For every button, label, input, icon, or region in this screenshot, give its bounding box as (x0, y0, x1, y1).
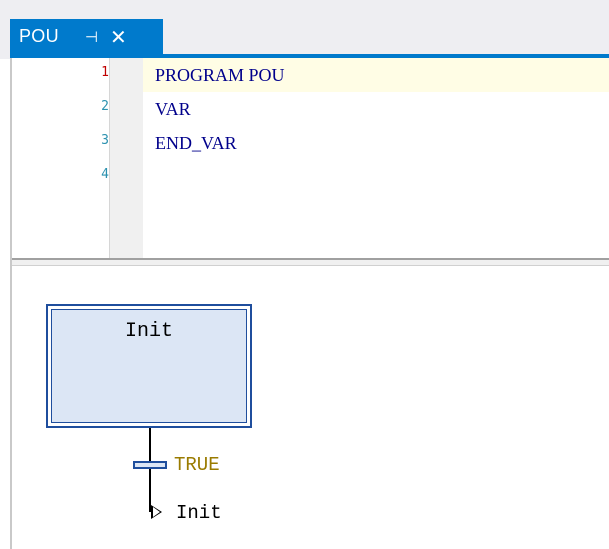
code-line[interactable] (143, 160, 609, 194)
pou-document-tab[interactable]: POU ⊣ ✕ (10, 19, 163, 54)
line-number: 1 (101, 65, 109, 80)
sfc-init-step[interactable]: Init (46, 304, 252, 428)
pou-editor: 1 2 3 4 PROGRAM POU VAR END_VAR Init TRU… (10, 58, 609, 549)
tab-title: POU (19, 26, 59, 46)
sfc-transition[interactable] (133, 461, 167, 469)
document-tab-strip: POU ⊣ ✕ (0, 0, 609, 59)
code-line[interactable]: VAR (143, 92, 609, 126)
sfc-step-inner-box: Init (51, 309, 247, 423)
pin-icon[interactable]: ⊣ (85, 28, 98, 46)
line-number-gutter: 1 2 3 4 (12, 58, 109, 258)
line-number: 4 (101, 167, 109, 182)
declaration-editor[interactable]: 1 2 3 4 PROGRAM POU VAR END_VAR (12, 58, 609, 258)
line-number: 2 (101, 99, 109, 114)
sfc-connection-line (149, 428, 151, 463)
editor-margin-bar (109, 58, 143, 258)
line-number: 3 (101, 133, 109, 148)
sfc-step-name[interactable]: Init (52, 320, 246, 343)
sfc-jump-target[interactable]: Init (176, 502, 222, 524)
code-line[interactable]: PROGRAM POU (143, 58, 609, 92)
editor-splitter[interactable] (12, 258, 609, 266)
sfc-transition-condition[interactable]: TRUE (174, 454, 220, 476)
sfc-chart-area[interactable]: Init TRUE Init (12, 266, 609, 549)
code-line[interactable]: END_VAR (143, 126, 609, 160)
close-icon[interactable]: ✕ (110, 25, 127, 49)
sfc-jump-arrow-icon[interactable] (151, 505, 162, 519)
